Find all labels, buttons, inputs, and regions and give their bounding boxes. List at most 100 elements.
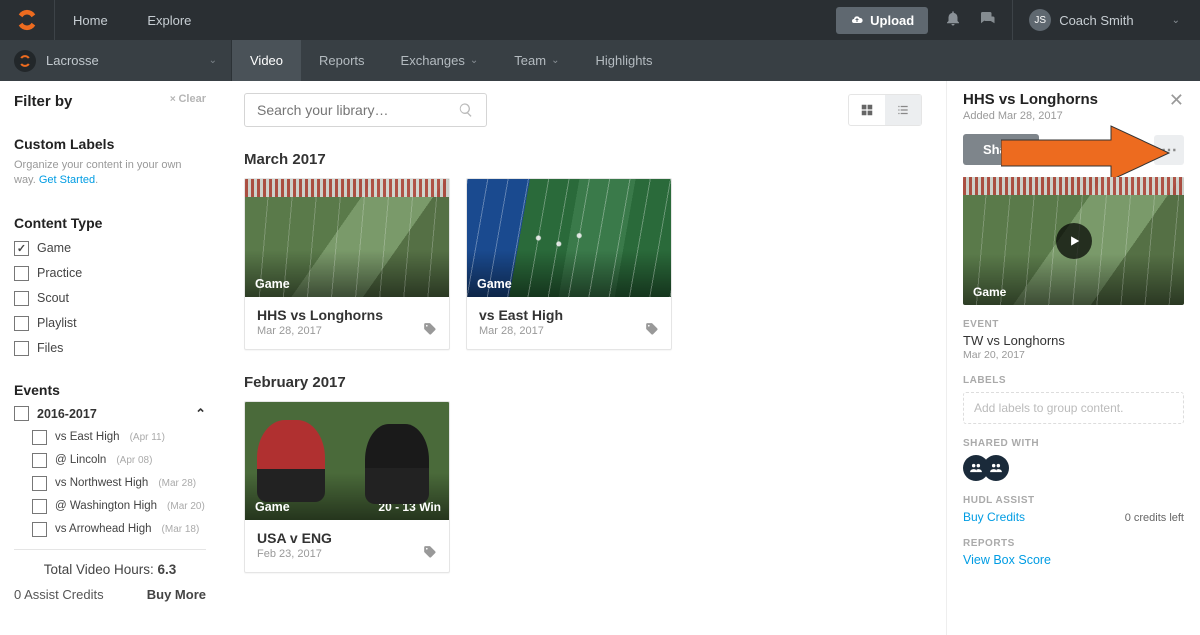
event-label: vs Arrowhead High: [55, 523, 152, 535]
view-box-score-link[interactable]: View Box Score: [963, 553, 1184, 567]
content-type-game[interactable]: Game: [14, 241, 206, 256]
labels-label: LABELS: [963, 375, 1184, 386]
video-hours: Total Video Hours: 6.3: [14, 562, 206, 577]
event-date: (Apr 11): [130, 432, 165, 443]
team-name: Lacrosse: [46, 53, 99, 68]
subbar: Lacrosse ⌄ Video Reports Exchanges⌄ Team…: [0, 40, 1200, 81]
checkbox-icon: [14, 241, 29, 256]
grid-view-button[interactable]: [849, 95, 885, 125]
cloud-upload-icon: [850, 14, 864, 26]
group-icon[interactable]: [983, 455, 1009, 481]
tab-exchanges[interactable]: Exchanges⌄: [383, 40, 497, 81]
upload-label: Upload: [870, 13, 914, 28]
play-icon: [1056, 223, 1092, 259]
video-title: HHS vs Longhorns: [257, 307, 437, 323]
event-date: (Apr 08): [116, 455, 152, 466]
video-thumbnail: Game: [467, 179, 671, 297]
reports-label: REPORTS: [963, 538, 1184, 549]
video-badge: Game: [255, 277, 290, 291]
assist-credits: 0 Assist Credits: [14, 587, 104, 602]
checkbox-icon: [32, 499, 47, 514]
content-type-playlist[interactable]: Playlist: [14, 316, 206, 331]
cards-row: Game HHS vs Longhorns Mar 28, 2017 Game …: [244, 178, 922, 350]
video-thumbnail: Game 20 - 13 Win: [245, 402, 449, 520]
tag-icon[interactable]: [645, 322, 659, 339]
video-card[interactable]: Game vs East High Mar 28, 2017: [466, 178, 672, 350]
chat-icon[interactable]: [978, 9, 996, 32]
events-year-toggle[interactable]: 2016-2017 ⌃: [14, 406, 206, 422]
event-label: vs East High: [55, 431, 120, 443]
content-type-label: Scout: [37, 291, 69, 305]
filter-heading: Filter by Clear: [14, 93, 206, 110]
video-title: USA v ENG: [257, 530, 437, 546]
view-toggle: [848, 94, 922, 126]
get-started-link[interactable]: Get Started: [39, 174, 95, 186]
content-type-label: Files: [37, 341, 63, 355]
more-options-button[interactable]: ⋯: [1154, 135, 1184, 165]
events-heading: Events: [14, 382, 206, 398]
nav-explore[interactable]: Explore: [147, 13, 191, 28]
buy-credits-link[interactable]: Buy Credits: [963, 510, 1025, 524]
tab-video[interactable]: Video: [232, 40, 301, 81]
labels-input[interactable]: Add labels to group content.: [963, 392, 1184, 424]
chevron-down-icon: ⌄: [1172, 15, 1180, 26]
buy-more-link[interactable]: Buy More: [147, 587, 206, 602]
sidebar: Filter by Clear Custom Labels Organize y…: [0, 81, 220, 635]
tab-reports[interactable]: Reports: [301, 40, 383, 81]
team-logo-icon: [14, 50, 36, 72]
search-row: [244, 93, 922, 127]
tab-highlights[interactable]: Highlights: [577, 40, 670, 81]
detail-video-thumbnail[interactable]: Game: [963, 177, 1184, 305]
video-date: Mar 28, 2017: [479, 325, 659, 337]
event-item[interactable]: vs Arrowhead High (Mar 18): [32, 522, 206, 537]
event-date: (Mar 28): [158, 478, 196, 489]
event-item[interactable]: @ Washington High (Mar 20): [32, 499, 206, 514]
credits-left: 0 credits left: [1125, 512, 1184, 524]
clear-filters[interactable]: Clear: [170, 93, 206, 105]
video-badge: Game: [255, 500, 290, 514]
video-card[interactable]: Game 20 - 13 Win USA v ENG Feb 23, 2017: [244, 401, 450, 573]
video-card[interactable]: Game HHS vs Longhorns Mar 28, 2017: [244, 178, 450, 350]
close-button[interactable]: ✕: [1169, 91, 1184, 109]
search-icon: [458, 102, 474, 118]
content-type-practice[interactable]: Practice: [14, 266, 206, 281]
content-type-label: Game: [37, 241, 71, 255]
tag-icon[interactable]: [423, 322, 437, 339]
event-date: (Mar 20): [167, 501, 205, 512]
body: Filter by Clear Custom Labels Organize y…: [0, 81, 1200, 635]
checkbox-icon: [14, 406, 29, 421]
event-item[interactable]: vs Northwest High (Mar 28): [32, 476, 206, 491]
team-selector[interactable]: Lacrosse ⌄: [0, 40, 232, 81]
brand-logo[interactable]: [0, 0, 55, 40]
topbar-right: Upload JS Coach Smith ⌄: [836, 0, 1200, 40]
upload-button[interactable]: Upload: [836, 7, 928, 34]
grid-icon: [860, 103, 874, 117]
tag-icon[interactable]: [423, 545, 437, 562]
hudl-assist-label: HUDL ASSIST: [963, 495, 1184, 506]
topnav: Home Explore: [55, 13, 209, 28]
win-badge: 20 - 13 Win: [378, 500, 441, 514]
checkbox-icon: [32, 476, 47, 491]
checkbox-icon: [14, 291, 29, 306]
nav-home[interactable]: Home: [73, 13, 108, 28]
content-type-label: Practice: [37, 266, 82, 280]
user-menu[interactable]: JS Coach Smith ⌄: [1012, 0, 1180, 40]
list-view-button[interactable]: [885, 95, 921, 125]
event-label: @ Lincoln: [55, 454, 106, 466]
shared-with-label: SHARED WITH: [963, 438, 1184, 449]
search-input[interactable]: [244, 93, 487, 127]
bell-icon[interactable]: [944, 9, 962, 32]
content-type-files[interactable]: Files: [14, 341, 206, 356]
content-type-label: Playlist: [37, 316, 77, 330]
checkbox-icon: [32, 430, 47, 445]
share-button[interactable]: Share: [963, 134, 1039, 165]
search-field[interactable]: [257, 102, 458, 118]
event-item[interactable]: @ Lincoln (Apr 08): [32, 453, 206, 468]
content-type-scout[interactable]: Scout: [14, 291, 206, 306]
tab-team[interactable]: Team⌄: [496, 40, 577, 81]
checkbox-icon: [14, 341, 29, 356]
checkbox-icon: [14, 266, 29, 281]
event-label: @ Washington High: [55, 500, 157, 512]
event-item[interactable]: vs East High (Apr 11): [32, 430, 206, 445]
avatar: JS: [1029, 9, 1051, 31]
